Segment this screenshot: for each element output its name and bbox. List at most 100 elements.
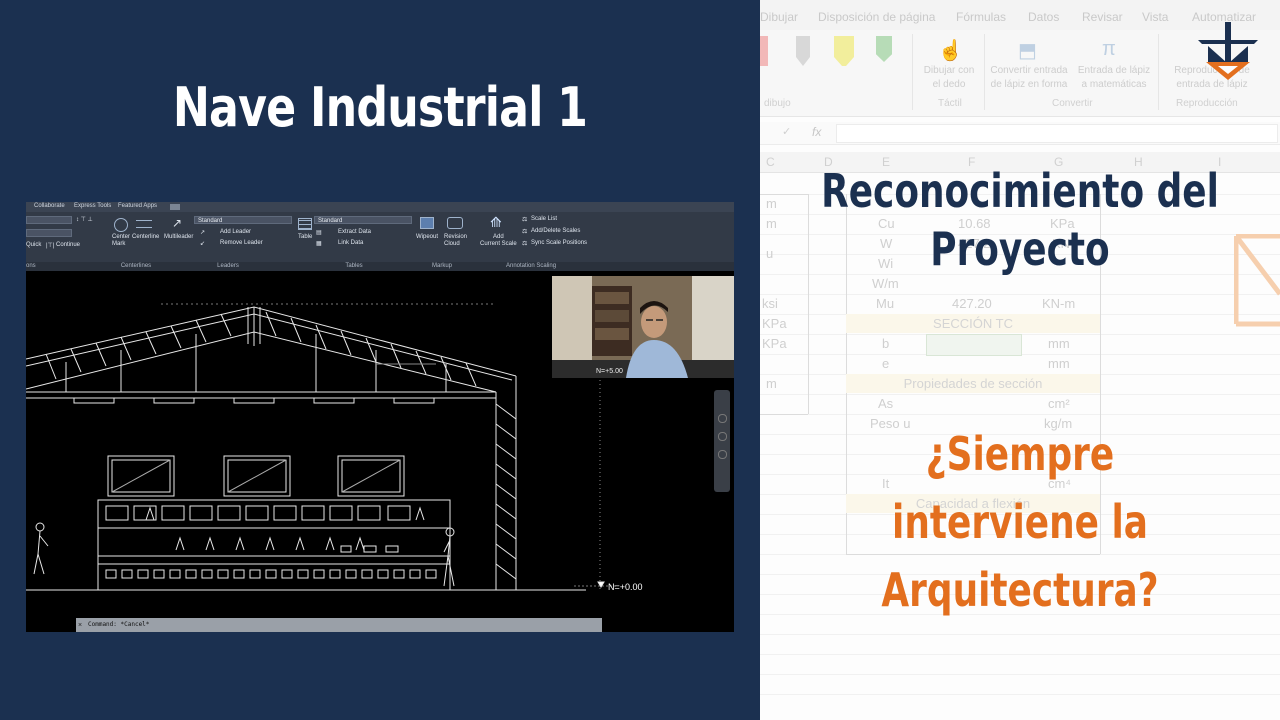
project-heading: Reconocimiento del Proyecto [821,164,1219,276]
autocad-screenshot: Collaborate Express Tools Featured Apps … [26,202,734,632]
add-leader-icon[interactable]: ↗ [200,229,205,236]
table-row: KPa b mm [760,334,1280,356]
cell-symbol[interactable]: Mu [876,296,894,311]
orbit-icon[interactable] [718,450,727,459]
quick-button[interactable]: Quick [26,242,41,248]
cell-unit[interactable]: KPa [762,336,787,351]
sync-scale-positions-button[interactable]: Sync Scale Positions [531,240,587,246]
cell-unit[interactable]: KN-m [1042,296,1075,311]
add-scale-icon[interactable]: ⟰ [490,214,502,231]
tab-revisar[interactable]: Revisar [1082,10,1123,24]
question-heading: ¿Siempre interviene la Arquitectura? [881,427,1159,617]
extract-data-button[interactable]: Extract Data [338,229,371,235]
selected-cell[interactable] [926,334,1022,356]
cell-symbol[interactable]: b [882,336,889,351]
formula-bar[interactable]: ✓ [760,122,1280,145]
level-label: N=+0.00 [608,582,643,592]
centerline-icon[interactable] [136,220,152,228]
sync-scale-icon[interactable]: ⚖ [522,240,527,247]
cell-symbol[interactable]: W/m [872,276,899,291]
command-line[interactable]: Command: *Cancel* [76,618,602,632]
wipeout-icon[interactable] [420,217,434,229]
link-data-icon[interactable]: ▦ [316,240,322,247]
grid-line [760,634,1280,635]
right-panel: Dibujar Disposición de página Fórmulas D… [760,0,1280,720]
center-mark-icon[interactable] [114,218,128,232]
cell-unit[interactable]: cm² [1048,396,1070,411]
tab-vista[interactable]: Vista [1142,10,1168,24]
section-header[interactable]: SECCIÓN TC [846,314,1100,333]
tab-formulas[interactable]: Fórmulas [956,10,1006,24]
add-delete-scales-button[interactable]: Add/Delete Scales [531,228,580,234]
pan-icon[interactable] [718,414,727,423]
cell-unit[interactable]: mm [1048,336,1070,351]
tab-dropdown-icon[interactable] [170,204,180,210]
grid-line [760,694,1280,695]
tab-dibujar[interactable]: Dibujar [760,10,798,24]
formula-input[interactable] [836,124,1278,143]
extract-data-icon[interactable]: ▤ [316,229,322,236]
panel-annotation-scaling: Annotation Scaling [470,262,734,271]
ink-math-icon[interactable]: π [1102,38,1116,61]
leader-style-combo[interactable]: Standard [194,216,292,224]
revision-cloud-icon[interactable] [447,217,463,229]
table-button[interactable]: Table [298,234,312,240]
cell-symbol[interactable]: As [878,396,893,411]
ink-to-shape-icon[interactable]: ⬒ [1018,38,1037,63]
ribbon-divider [984,34,985,110]
cell-unit[interactable]: mm [1048,356,1070,371]
left-panel: Nave Industrial 1 Collaborate Express To… [0,0,760,720]
tab-datos[interactable]: Datos [1028,10,1059,24]
dim-tools-icon[interactable]: ↕ ⊤ ⊥ [76,216,93,223]
revision-cloud-button[interactable]: Revision Cloud [444,234,467,248]
panel-centerlines: Centerlines [110,262,162,271]
link-data-button[interactable]: Link Data [338,240,363,246]
wipeout-button[interactable]: Wipeout [416,234,438,240]
cell-symbol[interactable]: e [882,356,889,371]
draw-with-finger-button[interactable]: Dibujar con el dedo [918,64,980,92]
pen-red-icon[interactable] [760,36,768,66]
ink-to-math-button[interactable]: Entrada de lápiz a matemáticas [1074,64,1154,92]
section-header[interactable]: Propiedades de sección [846,374,1100,393]
tab-collaborate[interactable]: Collaborate [34,203,65,209]
continue-button[interactable]: Continue [56,242,80,248]
cell-unit[interactable]: m [766,376,777,391]
tab-disposicion[interactable]: Disposición de página [818,10,935,24]
tab-express-tools[interactable]: Express Tools [74,203,111,209]
cell-unit[interactable]: ksi [762,296,778,311]
table-style-combo[interactable]: Standard [314,216,412,224]
multileader-button[interactable]: Multileader [164,234,193,240]
table-row: W/m [760,276,1280,296]
remove-leader-button[interactable]: Remove Leader [220,240,263,246]
table-icon[interactable] [298,218,312,230]
scale-list-icon[interactable]: ⚖ [522,216,527,223]
dim-combo-2[interactable] [26,229,72,237]
cell-unit[interactable]: m [766,196,777,211]
remove-leader-icon[interactable]: ↙ [200,240,205,247]
cell-unit[interactable]: m [766,216,777,231]
center-mark-button[interactable]: Center Mark [112,234,130,248]
navigation-bar[interactable] [714,390,730,492]
autocad-ribbon-tabs: Collaborate Express Tools Featured Apps [26,202,734,212]
highlighter-icon[interactable] [834,36,854,66]
dim-combo-1[interactable] [26,216,72,224]
cell-unit[interactable]: KPa [762,316,787,331]
convert-ink-shape-button[interactable]: Convertir entrada de lápiz en forma [988,64,1070,92]
fx-icon[interactable]: fx [812,125,821,139]
confirm-icon[interactable]: ✓ [782,125,791,138]
add-leader-button[interactable]: Add Leader [220,229,251,235]
cell-value[interactable]: 427.20 [952,296,992,311]
centerline-button[interactable]: Centerline [132,234,159,240]
continue-icon[interactable]: |⊤| [46,242,54,249]
scale-list-button[interactable]: Scale List [531,216,557,222]
finger-draw-icon[interactable]: ☝ [938,38,963,63]
command-close-icon[interactable]: × [78,622,82,629]
multileader-icon[interactable]: ↗ [172,216,182,230]
pen-green-icon[interactable] [876,36,892,62]
add-current-scale-button[interactable]: Add Current Scale [480,234,517,248]
col-header[interactable]: C [766,155,775,169]
pen-gray-icon[interactable] [796,36,810,66]
zoom-icon[interactable] [718,432,727,441]
tab-featured-apps[interactable]: Featured Apps [118,203,157,209]
add-delete-scales-icon[interactable]: ⚖ [522,228,527,235]
